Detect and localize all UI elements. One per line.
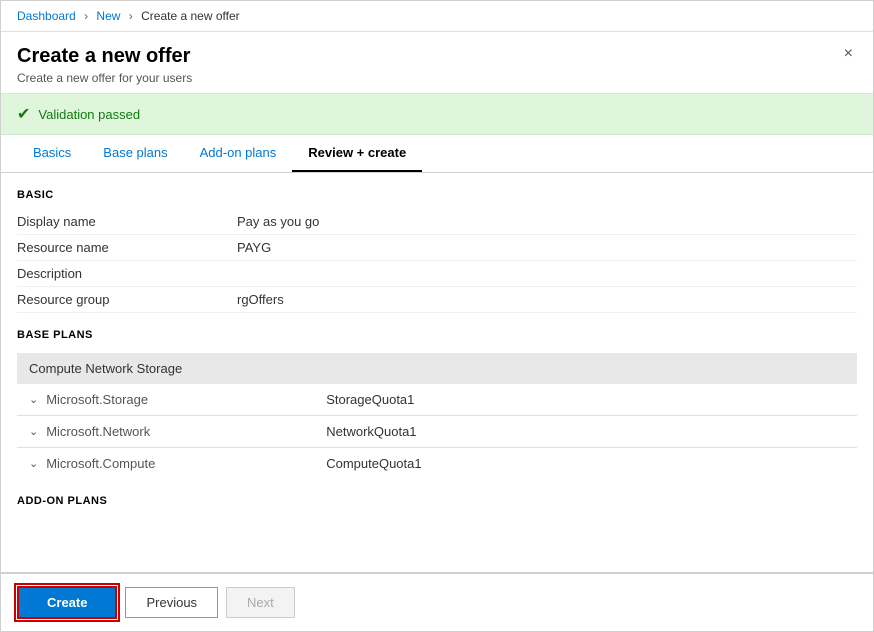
panel-subtitle: Create a new offer for your users <box>17 71 192 85</box>
plan-storage-name: Microsoft.Storage <box>46 392 326 407</box>
content-area: BASIC Display name Pay as you go Resourc… <box>1 173 873 572</box>
create-button[interactable]: Create <box>17 586 117 619</box>
next-button: Next <box>226 587 295 618</box>
plan-network-name: Microsoft.Network <box>46 424 326 439</box>
plan-header-row: Compute Network Storage <box>17 353 857 384</box>
field-description: Description <box>17 261 857 287</box>
footer-bar: Create Previous Next <box>1 572 873 631</box>
breadcrumb: Dashboard › New › Create a new offer <box>1 1 873 32</box>
chevron-compute-icon[interactable]: ⌄ <box>29 457 38 470</box>
panel-title: Create a new offer <box>17 44 192 68</box>
tabs-bar: Basics Base plans Add-on plans Review + … <box>1 135 873 173</box>
plan-network-quota: NetworkQuota1 <box>326 424 416 439</box>
addon-plans-section-header: ADD-ON PLANS <box>17 495 857 507</box>
tab-addon-plans[interactable]: Add-on plans <box>184 135 293 172</box>
tab-base-plans[interactable]: Base plans <box>87 135 183 172</box>
breadcrumb-new[interactable]: New <box>96 9 120 23</box>
field-resource-group-label: Resource group <box>17 292 237 307</box>
field-description-label: Description <box>17 266 237 281</box>
plan-storage-quota: StorageQuota1 <box>326 392 414 407</box>
chevron-network-icon[interactable]: ⌄ <box>29 425 38 438</box>
plan-item-network: ⌄ Microsoft.Network NetworkQuota1 <box>17 416 857 448</box>
previous-button[interactable]: Previous <box>125 587 218 618</box>
check-icon: ✔ <box>17 104 30 124</box>
tab-basics[interactable]: Basics <box>17 135 87 172</box>
panel-header: Create a new offer Create a new offer fo… <box>1 32 873 94</box>
field-display-name-label: Display name <box>17 214 237 229</box>
field-display-name-value: Pay as you go <box>237 214 319 229</box>
plan-item-storage: ⌄ Microsoft.Storage StorageQuota1 <box>17 384 857 416</box>
field-resource-name-value: PAYG <box>237 240 271 255</box>
field-resource-name-label: Resource name <box>17 240 237 255</box>
validation-banner: ✔ Validation passed <box>1 94 873 135</box>
plan-item-compute: ⌄ Microsoft.Compute ComputeQuota1 <box>17 448 857 479</box>
base-plans-section: Compute Network Storage ⌄ Microsoft.Stor… <box>17 353 857 479</box>
breadcrumb-sep-1: › <box>84 9 88 23</box>
validation-message: Validation passed <box>38 107 140 122</box>
close-button[interactable]: × <box>840 44 857 64</box>
plan-compute-quota: ComputeQuota1 <box>326 456 421 471</box>
tab-review-create[interactable]: Review + create <box>292 135 422 172</box>
breadcrumb-sep-2: › <box>129 9 133 23</box>
field-resource-group: Resource group rgOffers <box>17 287 857 313</box>
field-resource-group-value: rgOffers <box>237 292 284 307</box>
panel-title-group: Create a new offer Create a new offer fo… <box>17 44 192 85</box>
plan-compute-name: Microsoft.Compute <box>46 456 326 471</box>
field-resource-name: Resource name PAYG <box>17 235 857 261</box>
base-plans-section-header: BASE PLANS <box>17 329 857 341</box>
page-container: Dashboard › New › Create a new offer Cre… <box>0 0 874 632</box>
breadcrumb-dashboard[interactable]: Dashboard <box>17 9 76 23</box>
field-display-name: Display name Pay as you go <box>17 209 857 235</box>
basic-section-header: BASIC <box>17 189 857 201</box>
chevron-storage-icon[interactable]: ⌄ <box>29 393 38 406</box>
breadcrumb-current: Create a new offer <box>141 9 240 23</box>
